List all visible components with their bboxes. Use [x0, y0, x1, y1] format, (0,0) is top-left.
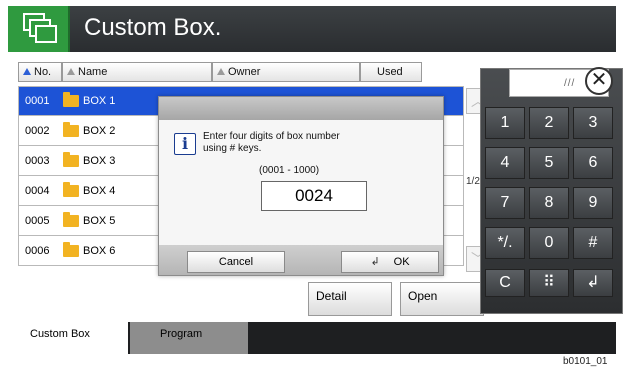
tab-program[interactable]: Program	[130, 322, 248, 354]
key-6[interactable]: 6	[573, 147, 613, 179]
box-number-dialog: i Enter four digits of box number using …	[158, 96, 444, 276]
column-name[interactable]: Name	[62, 62, 212, 82]
box-number: 0004	[25, 184, 50, 197]
column-no[interactable]: No.	[18, 62, 62, 82]
folder-icon	[63, 121, 79, 137]
box-name: BOX 1	[83, 95, 116, 107]
box-name: BOX 6	[83, 244, 116, 257]
open-button[interactable]: Open	[400, 282, 484, 316]
sort-icon	[67, 68, 75, 75]
key-3[interactable]: 3	[573, 107, 613, 139]
sort-icon	[217, 68, 225, 75]
box-number: 0006	[25, 244, 50, 257]
folder-icon	[63, 181, 79, 197]
box-name: BOX 2	[83, 124, 116, 137]
box-name: BOX 3	[83, 154, 116, 167]
close-icon[interactable]: ✕	[585, 67, 613, 95]
column-used[interactable]: Used	[360, 62, 422, 82]
key-0[interactable]: 0	[529, 227, 569, 259]
key-clear[interactable]: C	[485, 269, 525, 297]
info-icon: i	[174, 133, 196, 155]
folder-icon	[63, 211, 79, 227]
box-number-field[interactable]: 0024	[261, 181, 367, 211]
table-header: No. Name Owner Used	[18, 62, 453, 82]
dialog-message: Enter four digits of box number using # …	[203, 131, 340, 154]
key-hash[interactable]: #	[573, 227, 613, 259]
box-number: 0001	[25, 95, 50, 107]
custom-box-icon	[8, 6, 70, 52]
dialog-range: (0001 - 1000)	[259, 165, 320, 176]
folder-icon	[63, 241, 79, 257]
folder-icon	[63, 92, 79, 107]
grip-icon: ///	[564, 78, 576, 89]
page-indicator: 1/2	[466, 176, 480, 187]
sort-ascending-icon	[23, 68, 31, 75]
key-star-slash-dot[interactable]: */.	[485, 227, 525, 259]
box-number: 0005	[25, 214, 50, 227]
tab-custom-box[interactable]: Custom Box	[8, 322, 128, 354]
keypad-grid-icon[interactable]: ⠿	[529, 269, 569, 297]
box-number: 0003	[25, 154, 50, 167]
cancel-button[interactable]: Cancel	[187, 251, 285, 273]
box-name: BOX 4	[83, 184, 116, 197]
key-9[interactable]: 9	[573, 187, 613, 219]
key-7[interactable]: 7	[485, 187, 525, 219]
key-8[interactable]: 8	[529, 187, 569, 219]
dialog-footer: Cancel ↲ OK	[159, 245, 443, 275]
enter-icon: ↲	[370, 256, 380, 268]
folder-icon	[63, 151, 79, 167]
figure-caption: b0101_01	[563, 356, 608, 367]
box-name: BOX 5	[83, 214, 116, 227]
detail-button[interactable]: Detail	[308, 282, 392, 316]
key-1[interactable]: 1	[485, 107, 525, 139]
app-header: Custom Box.	[8, 6, 616, 52]
key-5[interactable]: 5	[529, 147, 569, 179]
dialog-title-bar	[159, 97, 443, 120]
column-owner[interactable]: Owner	[212, 62, 360, 82]
key-4[interactable]: 4	[485, 147, 525, 179]
box-number: 0002	[25, 124, 50, 137]
enter-key-icon[interactable]: ↲	[573, 269, 613, 297]
numeric-keypad: /// ✕ 1 2 3 4 5 6 7 8 9 */. 0 # C ⠿ ↲	[480, 67, 623, 314]
key-2[interactable]: 2	[529, 107, 569, 139]
page-title: Custom Box.	[84, 14, 222, 41]
ok-button[interactable]: ↲ OK	[341, 251, 439, 273]
